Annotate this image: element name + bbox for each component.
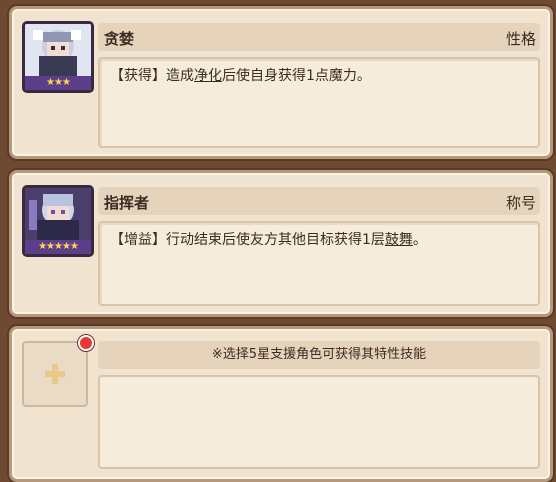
trait-card-personality[interactable]: ★★★ 贪婪 性格 【获得】造成净化后使自身获得1点魔力。 xyxy=(9,6,553,159)
keyword-link[interactable]: 鼓舞 xyxy=(385,232,413,248)
desc-prefix: 【获得】造成 xyxy=(110,68,194,84)
desc-prefix: 【增益】行动结束后使友方其他目标获得1层 xyxy=(110,232,385,248)
keyword-link[interactable]: 净化 xyxy=(194,68,222,84)
trait-name: 指挥者 xyxy=(104,194,150,212)
plus-icon xyxy=(45,364,65,384)
desc-suffix: 。 xyxy=(412,232,427,248)
star-rating: ★★★ xyxy=(25,76,91,90)
character-portrait[interactable]: ★★★ xyxy=(22,21,94,93)
character-portrait[interactable]: ★★★★★ xyxy=(22,185,94,257)
character-sprite-icon xyxy=(25,24,91,76)
star-rating: ★★★★★ xyxy=(25,240,91,254)
trait-description: 【增益】行动结束后使友方其他目标获得1层鼓舞。 xyxy=(98,221,540,306)
trait-description: 【获得】造成净化后使自身获得1点魔力。 xyxy=(98,57,540,148)
card-header: 指挥者 称号 xyxy=(98,187,540,215)
trait-category: 性格 xyxy=(505,30,536,48)
desc-suffix: 后使自身获得1点魔力。 xyxy=(222,68,371,84)
support-hint: ※选择5星支援角色可获得其特性技能 xyxy=(98,341,540,369)
trait-name: 贪婪 xyxy=(104,30,135,48)
card-header: 贪婪 性格 xyxy=(98,23,540,51)
add-support-button[interactable] xyxy=(22,341,88,407)
red-dot-icon xyxy=(78,335,94,351)
trait-card-title[interactable]: ★★★★★ 指挥者 称号 【增益】行动结束后使友方其他目标获得1层鼓舞。 xyxy=(9,170,553,317)
empty-description xyxy=(98,375,540,469)
support-slot-card: ※选择5星支援角色可获得其特性技能 xyxy=(9,326,553,482)
character-sprite-icon xyxy=(25,188,91,240)
trait-category: 称号 xyxy=(505,194,536,212)
